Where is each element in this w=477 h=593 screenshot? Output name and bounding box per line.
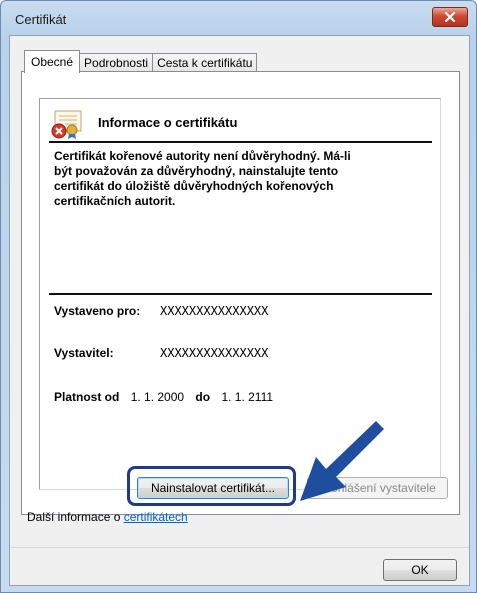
valid-to-label: do (195, 390, 211, 404)
valid-to-value: 1. 1. 2111 (221, 390, 274, 404)
tab-details[interactable]: Podrobnosti (79, 53, 154, 73)
ok-button[interactable]: OK (383, 559, 457, 581)
issuer-label: Vystavitel: (54, 346, 114, 360)
window-title: Certifikát (15, 12, 67, 27)
issued-to-row: Vystaveno pro: XXXXXXXXXXXXXXX (54, 304, 268, 318)
tab-strip: Obecné Podrobnosti Cesta k certifikátu (24, 50, 258, 73)
issued-to-value: XXXXXXXXXXXXXXX (160, 304, 269, 318)
install-certificate-button[interactable]: Nainstalovat certifikát... (137, 477, 289, 499)
dialog-body: Obecné Podrobnosti Cesta k certifikátu I… (9, 35, 470, 586)
close-icon (445, 12, 455, 22)
warning-line: certifikačních autorit. (54, 194, 176, 208)
close-button[interactable] (432, 7, 468, 27)
issuer-row: Vystavitel: XXXXXXXXXXXXXXX (54, 346, 268, 360)
divider-top (49, 141, 432, 143)
warning-line: být považován za důvěryhodný, nainstaluj… (54, 164, 339, 178)
validity-row: Platnost od 1. 1. 2000 do 1. 1. 2111 (54, 390, 273, 404)
trust-warning-text: Certifikát kořenové autority není důvěry… (54, 149, 429, 209)
tab-panel-general: Informace o certifikátu Certifikát kořen… (21, 71, 460, 515)
more-info-text: Další informace o certifikátech (27, 510, 188, 524)
issued-to-label: Vystaveno pro: (54, 304, 141, 318)
more-info-prefix: Další informace o (27, 510, 124, 524)
certificate-dialog: Certifikát Obecné Podrobnosti Cesta k ce… (0, 0, 477, 593)
tab-general[interactable]: Obecné (24, 50, 81, 73)
valid-from-label: Platnost od (54, 390, 120, 404)
divider-bottom (49, 293, 432, 295)
pointer-arrow-icon (300, 421, 384, 501)
warning-line: certifikát do úložiště důvěryhodných koř… (54, 179, 334, 193)
footer-divider (10, 547, 469, 548)
certificate-error-icon (51, 110, 82, 139)
tab-certification-path[interactable]: Cesta k certifikátu (152, 53, 258, 73)
valid-from-value: 1. 1. 2000 (130, 390, 185, 404)
issuer-value: XXXXXXXXXXXXXXX (160, 346, 269, 360)
certificates-link[interactable]: certifikátech (124, 510, 188, 524)
warning-line: Certifikát kořenové autority není důvěry… (54, 149, 351, 163)
info-heading: Informace o certifikátu (98, 115, 238, 130)
